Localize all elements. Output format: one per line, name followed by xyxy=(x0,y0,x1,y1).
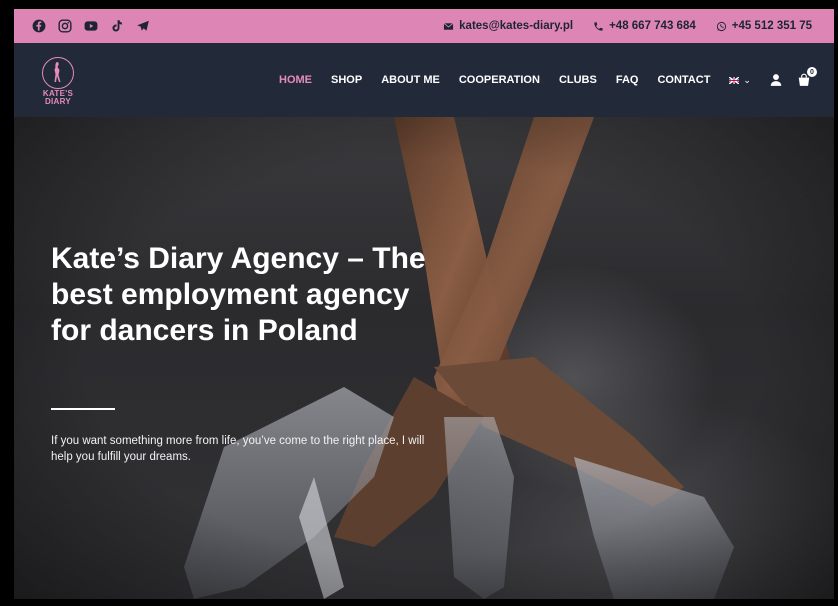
whatsapp-text: +45 512 351 75 xyxy=(731,20,812,32)
logo-emblem xyxy=(42,57,74,89)
uk-flag-icon xyxy=(729,76,740,84)
whatsapp-link[interactable]: +45 512 351 75 xyxy=(716,20,812,32)
user-account-icon[interactable] xyxy=(769,73,783,87)
hero-title: Kate’s Diary Agency – The best employmen… xyxy=(51,242,426,347)
nav-item-faq[interactable]: FAQ xyxy=(616,74,639,86)
facebook-icon[interactable] xyxy=(32,19,46,33)
instagram-icon[interactable] xyxy=(58,19,72,33)
contact-info: kates@kates-diary.pl +48 667 743 684 +45… xyxy=(443,20,812,32)
whatsapp-icon xyxy=(716,21,726,31)
nav-menu: HOME SHOP ABOUT ME COOPERATION CLUBS FAQ… xyxy=(279,43,825,117)
social-links xyxy=(32,19,150,33)
nav-item-shop[interactable]: SHOP xyxy=(331,74,362,86)
cart-icon[interactable]: 0 xyxy=(797,67,817,87)
site-logo[interactable]: KATE'S DIARY xyxy=(38,57,78,106)
hero-section: Kate’s Diary Agency – The best employmen… xyxy=(14,117,834,599)
hero-subtitle: If you want something more from life, yo… xyxy=(51,435,425,463)
hero-background-image xyxy=(14,117,834,599)
telegram-icon[interactable] xyxy=(136,19,150,33)
logo-text: KATE'S DIARY xyxy=(42,89,74,106)
language-switcher[interactable]: ⌄ xyxy=(729,75,751,86)
nav-item-about-me[interactable]: ABOUT ME xyxy=(381,74,440,86)
email-link[interactable]: kates@kates-diary.pl xyxy=(443,20,573,32)
top-bar: kates@kates-diary.pl +48 667 743 684 +45… xyxy=(14,9,834,43)
hero-divider xyxy=(51,408,115,410)
envelope-icon xyxy=(443,22,454,30)
phone-text: +48 667 743 684 xyxy=(609,20,696,32)
nav-item-home[interactable]: HOME xyxy=(279,74,312,86)
nav-item-contact[interactable]: CONTACT xyxy=(657,74,710,86)
nav-item-clubs[interactable]: CLUBS xyxy=(559,74,597,86)
cart-count-badge: 0 xyxy=(806,67,817,77)
phone-link[interactable]: +48 667 743 684 xyxy=(593,20,696,32)
chevron-down-icon: ⌄ xyxy=(743,74,751,85)
nav-item-cooperation[interactable]: COOPERATION xyxy=(459,74,540,86)
tiktok-icon[interactable] xyxy=(110,19,124,33)
email-text: kates@kates-diary.pl xyxy=(459,20,574,32)
phone-icon xyxy=(594,21,603,31)
browser-viewport: kates@kates-diary.pl +48 667 743 684 +45… xyxy=(14,9,834,599)
youtube-icon[interactable] xyxy=(84,19,98,33)
main-navigation: KATE'S DIARY HOME SHOP ABOUT ME COOPERAT… xyxy=(14,43,834,117)
